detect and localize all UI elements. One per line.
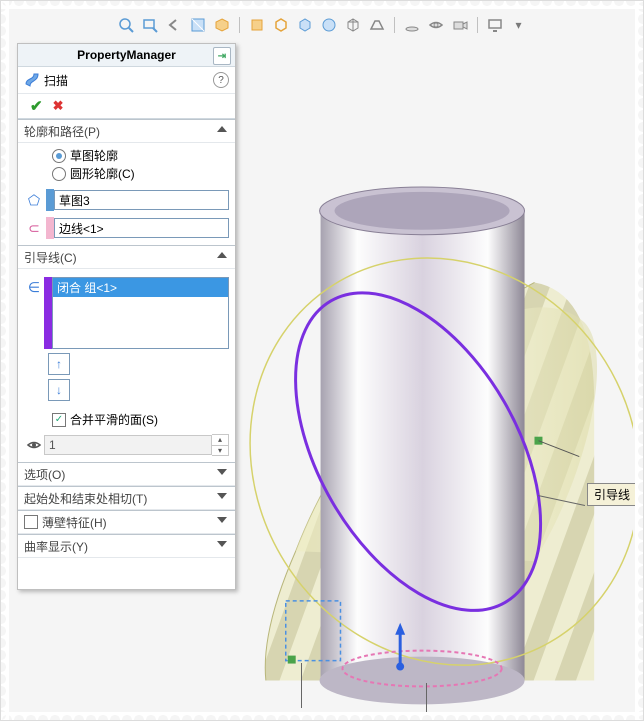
radio-circular-profile[interactable]: 圆形轮廓(C) bbox=[52, 165, 229, 183]
section-view-icon[interactable] bbox=[189, 16, 207, 34]
zoom-fit-icon[interactable] bbox=[117, 16, 135, 34]
section-guide-curves-label: 引导线(C) bbox=[24, 249, 77, 266]
chevron-up-icon bbox=[217, 252, 227, 262]
ok-button[interactable]: ✔ bbox=[30, 97, 43, 115]
section-tangent-header[interactable]: 起始处和结束处相切(T) bbox=[18, 486, 235, 510]
feature-header: 扫描 ? bbox=[18, 67, 235, 94]
move-down-button[interactable]: ↓ bbox=[48, 379, 70, 401]
section-profile-path-body: 草图轮廓 圆形轮廓(C) ⬠ ⊂ bbox=[18, 143, 235, 245]
guide-curve-icon: ∈ bbox=[24, 277, 44, 297]
checkbox-icon bbox=[24, 515, 38, 529]
toolbar-separator bbox=[477, 17, 478, 33]
orient-view-icon[interactable] bbox=[213, 16, 231, 34]
chevron-down-icon bbox=[217, 469, 227, 479]
spinner-buttons[interactable]: ▴▾ bbox=[212, 434, 229, 456]
ok-cancel-bar: ✔ ✖ bbox=[18, 94, 235, 119]
section-profile-path-label: 轮廓和路径(P) bbox=[24, 123, 100, 140]
move-up-button[interactable]: ↑ bbox=[48, 353, 70, 375]
merge-smooth-label: 合并平滑的面(S) bbox=[70, 411, 158, 428]
toolbar-separator bbox=[239, 17, 240, 33]
zoom-area-icon[interactable] bbox=[141, 16, 159, 34]
checkbox-icon bbox=[52, 413, 66, 427]
path-swatch bbox=[46, 217, 54, 239]
wireframe-icon[interactable] bbox=[344, 16, 362, 34]
hlr-icon[interactable] bbox=[272, 16, 290, 34]
path-icon: ⊂ bbox=[24, 218, 44, 238]
thin-feature-label: 薄壁特征(H) bbox=[42, 514, 107, 531]
chevron-down-icon bbox=[217, 541, 227, 551]
radio-sketch-profile-label: 草图轮廓 bbox=[70, 147, 118, 165]
guide-curve-item[interactable]: 闭合 组<1> bbox=[53, 278, 228, 297]
section-options-header[interactable]: 选项(O) bbox=[18, 462, 235, 486]
profile-swatch bbox=[46, 189, 54, 211]
thin-feature-row[interactable]: 薄壁特征(H) bbox=[18, 510, 235, 534]
radio-circular-profile-label: 圆形轮廓(C) bbox=[70, 165, 135, 183]
section-tangent-label: 起始处和结束处相切(T) bbox=[24, 490, 147, 507]
eye-icon[interactable] bbox=[427, 16, 445, 34]
profile-field: ⬠ bbox=[24, 189, 229, 211]
shaded-edges-icon[interactable] bbox=[296, 16, 314, 34]
feature-name: 扫描 bbox=[44, 72, 68, 89]
guide-count-input[interactable] bbox=[44, 435, 212, 455]
shaded-icon[interactable] bbox=[320, 16, 338, 34]
chevron-down-icon bbox=[217, 517, 227, 527]
section-options-label: 选项(O) bbox=[24, 466, 65, 483]
callout-guide-curve: 引导线 bbox=[587, 483, 637, 506]
section-guide-curves-body: ∈ 闭合 组<1> ↑ ↓ 合并平滑的面(S) ▴▾ bbox=[18, 269, 235, 462]
propertymanager-title-bar: PropertyManager ⇥ bbox=[18, 44, 235, 67]
guide-swatch bbox=[44, 277, 52, 349]
guide-count-spinner: ▴▾ bbox=[24, 434, 229, 456]
merge-smooth-checkbox[interactable]: 合并平滑的面(S) bbox=[52, 411, 229, 428]
cancel-button[interactable]: ✖ bbox=[53, 98, 64, 114]
pin-button[interactable]: ⇥ bbox=[213, 47, 231, 65]
section-profile-path-header[interactable]: 轮廓和路径(P) bbox=[18, 119, 235, 143]
propertymanager-panel: PropertyManager ⇥ 扫描 ? ✔ ✖ 轮廓和路径(P) 草图轮廓… bbox=[17, 43, 236, 590]
leader-line bbox=[426, 683, 427, 713]
path-field: ⊂ bbox=[24, 217, 229, 239]
monitor-icon[interactable] bbox=[486, 16, 504, 34]
radio-sketch-profile[interactable]: 草图轮廓 bbox=[52, 147, 229, 165]
radio-icon bbox=[52, 167, 66, 181]
viewport-toolbar: ▾ bbox=[1, 11, 643, 39]
chevron-down-icon[interactable]: ▾ bbox=[510, 16, 528, 34]
propertymanager-title: PropertyManager bbox=[77, 48, 176, 62]
toolbar-separator bbox=[394, 17, 395, 33]
chevron-up-icon bbox=[217, 126, 227, 136]
eye-icon[interactable] bbox=[24, 435, 44, 455]
graphics-viewport[interactable]: 引导线 bbox=[236, 43, 633, 710]
section-curvature-label: 曲率显示(Y) bbox=[24, 538, 88, 555]
display-style-icon[interactable] bbox=[248, 16, 266, 34]
section-guide-curves-header[interactable]: 引导线(C) bbox=[18, 245, 235, 269]
leader-line bbox=[301, 663, 302, 708]
prev-view-icon[interactable] bbox=[165, 16, 183, 34]
path-input[interactable] bbox=[54, 218, 229, 238]
chevron-down-icon bbox=[217, 493, 227, 503]
shadows-icon[interactable] bbox=[403, 16, 421, 34]
perspective-icon[interactable] bbox=[368, 16, 386, 34]
guide-curve-listbox[interactable]: 闭合 组<1> bbox=[52, 277, 229, 349]
callout-guide-curve-label: 引导线 bbox=[594, 488, 630, 502]
model-view bbox=[236, 43, 633, 710]
radio-icon bbox=[52, 149, 66, 163]
guide-order-controls: ↑ ↓ bbox=[48, 353, 68, 405]
profile-icon: ⬠ bbox=[24, 190, 44, 210]
help-button[interactable]: ? bbox=[213, 72, 229, 88]
profile-input[interactable] bbox=[54, 190, 229, 210]
sweep-icon bbox=[24, 72, 40, 88]
section-curvature-header[interactable]: 曲率显示(Y) bbox=[18, 534, 235, 558]
camera-icon[interactable] bbox=[451, 16, 469, 34]
